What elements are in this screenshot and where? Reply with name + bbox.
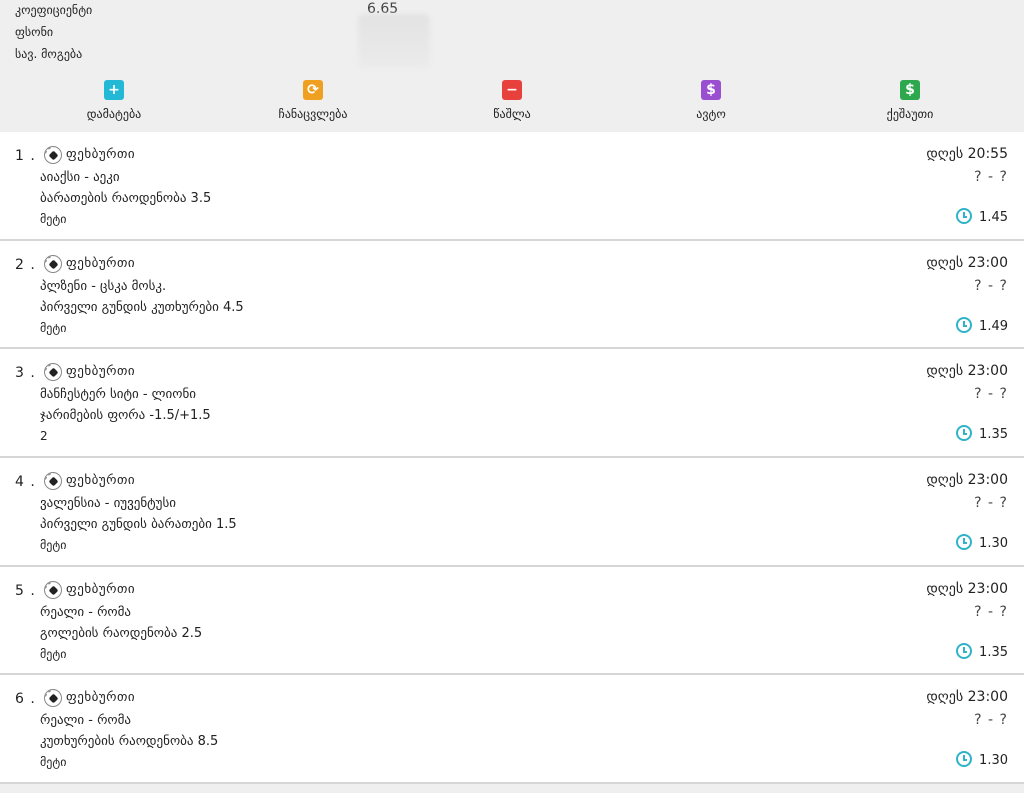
dollar-icon: $	[701, 80, 721, 100]
bet-number: 1 .	[15, 148, 36, 164]
clock-icon	[956, 642, 972, 659]
market-name: გოლების რაოდენობა 2.5	[40, 625, 203, 641]
event-time: დღეს 20:55	[926, 146, 1008, 162]
clock-icon	[956, 425, 972, 442]
event-time: დღეს 23:00	[926, 254, 1008, 271]
odd-value: 1.35	[979, 427, 1008, 443]
bet-number: 4 .	[15, 474, 36, 491]
pick-value: მეტი	[40, 646, 67, 661]
soccer-ball-icon	[44, 363, 62, 382]
delete-button[interactable]: − წაშლა	[442, 80, 582, 121]
bet-list: 1 . ფეხბურთი აიაქსი - აეკი ბარათების რაო…	[0, 132, 1024, 785]
odd-value: 1.30	[979, 753, 1008, 769]
pick-value: მეტი	[40, 212, 67, 226]
clock-icon	[956, 208, 972, 224]
soccer-ball-icon	[44, 689, 62, 708]
event-time: დღეს 23:00	[926, 363, 1008, 380]
refresh-icon: ⟳	[303, 80, 323, 100]
bet-summary: კოეფიციენტი 6.65 ფსონი სავ. მოგება + დამ…	[0, 0, 1024, 132]
add-button[interactable]: + დამატება	[44, 80, 184, 121]
score: ? - ?	[974, 277, 1008, 294]
score: ? - ?	[974, 603, 1008, 620]
clock-icon	[956, 751, 972, 768]
market-name: პირველი გუნდის კუთხურები 4.5	[40, 299, 244, 315]
odd-value: 1.45	[979, 210, 1008, 225]
bet-item[interactable]: 6 . ფეხბურთი რეალი - რომა კუთხურების რაო…	[0, 675, 1024, 785]
bet-item[interactable]: 4 . ფეხბურთი ვალენსია - იუვენტუსი პირველ…	[0, 458, 1024, 567]
match-name: რეალი - რომა	[40, 713, 132, 729]
odd-value: 1.35	[979, 644, 1008, 660]
bet-item[interactable]: 1 . ფეხბურთი აიაქსი - აეკი ბარათების რაო…	[0, 132, 1024, 241]
coefficient-label: კოეფიციენტი	[15, 3, 93, 17]
sport-name: ფეხბურთი	[66, 147, 136, 162]
match-name: რეალი - რომა	[40, 604, 132, 620]
add-label: დამატება	[86, 107, 142, 121]
dollar-icon: $	[900, 80, 920, 100]
event-time: დღეს 23:00	[926, 580, 1008, 597]
clock-icon	[956, 534, 972, 551]
soccer-ball-icon	[44, 254, 62, 273]
auto-button[interactable]: $ ავტო	[641, 80, 781, 121]
blurred-amounts	[358, 14, 430, 68]
plus-icon: +	[104, 80, 124, 100]
score: ? - ?	[974, 712, 1008, 729]
action-bar: + დამატება ⟳ ჩანაცვლება − წაშლა $ ავტო $…	[0, 80, 1024, 126]
cashout-label: ქეშაუთი	[886, 107, 934, 121]
bet-number: 6 .	[15, 691, 36, 708]
pick-value: მეტი	[40, 538, 67, 553]
score: ? - ?	[974, 169, 1008, 185]
bet-number: 5 .	[15, 582, 36, 599]
sport-name: ფეხბურთი	[66, 690, 136, 706]
sport-name: ფეხბურთი	[66, 255, 136, 271]
delete-label: წაშლა	[493, 107, 531, 121]
bet-item[interactable]: 3 . ფეხბურთი მანჩესტერ სიტი - ლიონი ჯარი…	[0, 349, 1024, 459]
bet-number: 3 .	[15, 365, 36, 382]
bet-item[interactable]: 5 . ფეხბურთი რეალი - რომა გოლების რაოდენ…	[0, 566, 1024, 676]
pick-value: მეტი	[40, 755, 67, 770]
replace-button[interactable]: ⟳ ჩანაცვლება	[243, 80, 383, 121]
market-name: ჯარიმების ფორა -1.5/+1.5	[40, 408, 211, 424]
soccer-ball-icon	[44, 472, 62, 491]
payout-label: სავ. მოგება	[15, 47, 83, 61]
event-time: დღეს 23:00	[926, 689, 1008, 706]
clock-icon	[956, 316, 972, 333]
cashout-button[interactable]: $ ქეშაუთი	[840, 80, 980, 121]
sport-name: ფეხბურთი	[66, 364, 136, 380]
bet-item[interactable]: 2 . ფეხბურთი პლზენი - ცსკა მოსკ. პირველი…	[0, 240, 1024, 350]
soccer-ball-icon	[44, 146, 62, 164]
score: ? - ?	[974, 495, 1008, 512]
match-name: მანჩესტერ სიტი - ლიონი	[40, 387, 196, 403]
market-name: პირველი გუნდის ბარათები 1.5	[40, 517, 237, 533]
bet-number: 2 .	[15, 256, 36, 273]
odd-value: 1.49	[979, 318, 1008, 334]
market-name: კუთხურების რაოდენობა 8.5	[40, 734, 219, 750]
odd-value: 1.30	[979, 536, 1008, 552]
soccer-ball-icon	[44, 580, 62, 599]
pick-value: 2	[40, 429, 48, 444]
minus-icon: −	[502, 80, 522, 100]
score: ? - ?	[974, 386, 1008, 403]
auto-label: ავტო	[696, 107, 726, 121]
match-name: პლზენი - ცსკა მოსკ.	[40, 278, 167, 294]
replace-label: ჩანაცვლება	[278, 107, 348, 121]
pick-value: მეტი	[40, 320, 67, 335]
price-label: ფსონი	[15, 25, 54, 39]
sport-name: ფეხბურთი	[66, 473, 136, 489]
event-time: დღეს 23:00	[926, 472, 1008, 489]
sport-name: ფეხბურთი	[66, 581, 136, 597]
match-name: ვალენსია - იუვენტუსი	[40, 496, 176, 512]
market-name: ბარათების რაოდენობა 3.5	[40, 191, 212, 206]
match-name: აიაქსი - აეკი	[40, 170, 120, 185]
